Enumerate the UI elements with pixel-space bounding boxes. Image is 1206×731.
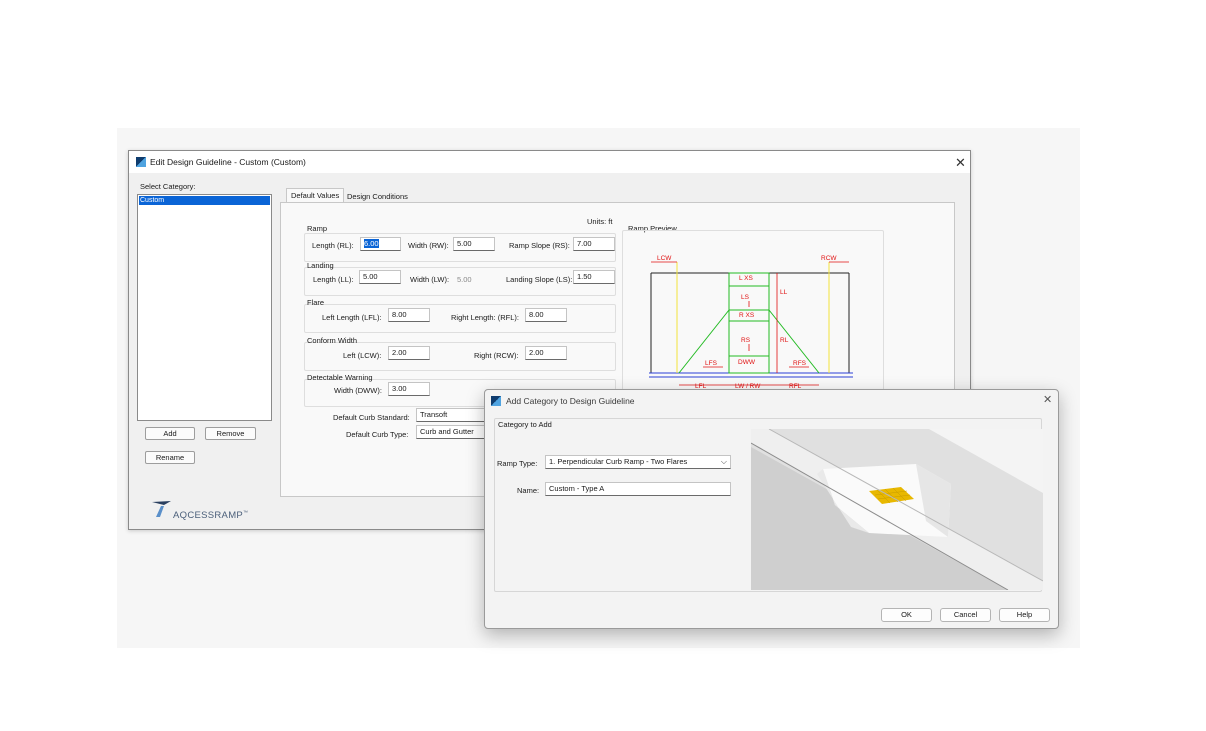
ok-button[interactable]: OK [881,608,932,622]
ramp-type-label: Ramp Type: [497,459,538,468]
rename-button[interactable]: Rename [145,451,195,464]
ramp-type-select[interactable]: 1. Perpendicular Curb Ramp - Two Flares … [545,455,731,469]
ramp-preview-diagram: LCW RCW L XS LS R XS RS DWW LL RL LFS RF… [649,255,853,390]
select-category-label: Select Category: [140,182,196,191]
app-icon [136,157,146,167]
add-button[interactable]: Add [145,427,195,440]
name-label: Name: [517,486,540,495]
dww-field[interactable]: 3.00 [388,382,430,396]
landing-slope-field[interactable]: 1.50 [573,270,615,284]
dialog-app-icon [491,396,501,406]
cancel-button[interactable]: Cancel [940,608,991,622]
ramp-length-label: Length (RL): [312,241,354,250]
ramp-width-field[interactable]: 5.00 [453,237,495,251]
category-list[interactable]: Custom [137,194,272,421]
rs-label: RS [741,337,751,344]
conform-right-label: Right (RCW): [474,351,519,360]
flare-left-field[interactable]: 8.00 [388,308,430,322]
add-category-dialog: Add Category to Design Guideline ✕ Categ… [484,389,1059,629]
landing-width-label: Width (LW): [410,275,450,284]
dww-diagram-label: DWW [738,359,756,366]
window-title: Edit Design Guideline - Custom (Custom) [150,157,306,167]
units-label: Units: ft [587,217,613,226]
lxs-label: L XS [739,275,754,282]
dialog-title: Add Category to Design Guideline [506,396,635,406]
ramp-length-value: 6.00 [364,239,379,248]
rxs-label: R XS [739,312,755,319]
rl-label: RL [780,337,789,344]
remove-button[interactable]: Remove [205,427,256,440]
rfs-label: RFS [793,360,807,367]
conform-width-heading: Conform Width [307,336,358,345]
landing-length-field[interactable]: 5.00 [359,270,401,284]
dww-label: Width (DWW): [334,386,382,395]
curb-type-label: Default Curb Type: [346,430,409,439]
curb-type-select[interactable]: Curb and Gutter [416,425,491,439]
landing-length-label: Length (LL): [313,275,354,284]
ramp-slope-field[interactable]: 7.00 [573,237,615,251]
chevron-down-icon: ⌵ [720,457,727,466]
ramp-3d-render [750,428,1044,591]
conform-right-field[interactable]: 2.00 [525,346,567,360]
flare-heading: Flare [307,298,325,307]
name-field[interactable]: Custom - Type A [545,482,731,496]
title-bar: Edit Design Guideline - Custom (Custom) … [129,151,970,173]
landing-width-value: 5.00 [457,275,472,284]
landing-heading: Landing [307,261,334,270]
ramp-width-label: Width (RW): [408,241,449,250]
flare-right-label: Right Length: (RFL): [451,313,519,322]
lcw-label: LCW [657,255,672,262]
flare-left-label: Left Length (LFL): [322,313,382,322]
ramp-3d-preview [750,428,1044,591]
category-to-add-label: Category to Add [498,420,552,429]
close-icon[interactable]: ✕ [955,156,966,169]
tab-default-values[interactable]: Default Values [286,188,345,203]
aqcessramp-logo-text: AQCESSRAMP™ [173,510,249,522]
detectable-warning-heading: Detectable Warning [307,373,373,382]
lfs-label: LFS [705,360,718,367]
curb-standard-label: Default Curb Standard: [333,413,410,422]
help-button[interactable]: Help [999,608,1050,622]
landing-slope-label: Landing Slope (LS): [506,275,573,284]
conform-left-label: Left (LCW): [343,351,382,360]
category-item-custom[interactable]: Custom [139,196,270,205]
curb-standard-select[interactable]: Transoft [416,408,491,422]
ll-label: LL [780,289,788,296]
ramp-slope-label: Ramp Slope (RS): [509,241,570,250]
ramp-type-value: 1. Perpendicular Curb Ramp - Two Flares [549,457,688,466]
ramp-heading: Ramp [307,224,328,233]
rcw-label: RCW [821,255,837,262]
ls-label: LS [741,294,750,301]
ramp-length-field[interactable]: 6.00 [360,237,401,251]
aqcessramp-logo-icon [152,501,171,517]
conform-left-field[interactable]: 2.00 [388,346,430,360]
dialog-close-icon[interactable]: ✕ [1043,395,1052,406]
flare-right-field[interactable]: 8.00 [525,308,567,322]
